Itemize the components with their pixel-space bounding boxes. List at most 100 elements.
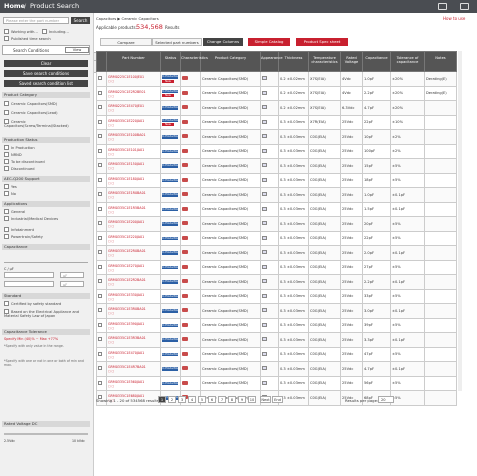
row-checkbox[interactable] [96, 230, 107, 246]
column-header[interactable]: Temperature characteristics [308, 51, 341, 72]
chart-icon[interactable] [182, 264, 188, 269]
part-number-cell[interactable]: GRM0335C1E2R2BA01 ▢ ▢ [106, 274, 161, 290]
column-header[interactable]: Product Category [200, 51, 261, 72]
table-row[interactable]: GRM0335C1E2R0BA01 ▢ ▢ In Production Ceramic… [96, 245, 457, 261]
column-header[interactable]: Capacitance [362, 51, 391, 72]
page-next-button[interactable]: Next [260, 396, 271, 403]
part-number-cell[interactable]: GRM0335C1E220JA01 ▢ ▢ [106, 230, 161, 246]
characteristics-cell[interactable] [180, 71, 201, 87]
table-row[interactable]: GRM0225C1E2R2BE01 ▢ ▢ In Production New Cera… [96, 85, 457, 101]
including-radio[interactable]: Including... [42, 29, 69, 34]
checkbox[interactable] [98, 206, 102, 211]
characteristics-cell[interactable] [180, 85, 201, 101]
table-row[interactable]: GRM0335C1E270JA01 ▢ ▢ In Production Ceramic… [96, 259, 457, 275]
part-number-cell[interactable]: GRM0335C1E390JA01 ▢ ▢ [106, 317, 161, 333]
table-row[interactable]: GRM0335C1E200JA01 ▢ ▢ In Production Ceramic… [96, 216, 457, 232]
cap-max-input[interactable] [4, 281, 54, 287]
section-production-status[interactable]: Production Status [2, 137, 90, 143]
characteristics-cell[interactable] [180, 216, 201, 232]
filter-item[interactable]: NRND [4, 152, 22, 157]
characteristics-cell[interactable] [180, 100, 201, 116]
column-header[interactable]: Notes [424, 51, 457, 72]
row-checkbox[interactable] [96, 187, 107, 203]
table-row[interactable]: GRM0335C1E180JA01 ▢ ▢ In Production Ceramic… [96, 172, 457, 188]
checkbox[interactable] [98, 105, 102, 110]
part-number-cell[interactable]: GRM0225C1E2R2BE01 ▢ ▢ [106, 85, 161, 101]
page-button[interactable]: 10 [248, 396, 256, 403]
checkbox[interactable] [98, 293, 102, 298]
chart-icon[interactable] [182, 148, 188, 153]
chart-icon[interactable] [182, 351, 188, 356]
row-checkbox[interactable] [96, 114, 107, 130]
part-number-cell[interactable]: GRM0335C1E101JA01 ▢ ▢ [106, 143, 161, 159]
chart-icon[interactable] [182, 380, 188, 385]
table-row[interactable]: GRM0335C1E3R3BA01 ▢ ▢ In Production Ceramic… [96, 332, 457, 348]
part-number-cell[interactable]: GRM0335C1E150JA01 ▢ ▢ [106, 158, 161, 174]
page-button[interactable]: 4 [188, 396, 196, 403]
characteristics-cell[interactable] [180, 259, 201, 275]
filter-item[interactable]: Powertrain/Safety [4, 234, 43, 239]
table-row[interactable]: GRM0335C1E330JA01 ▢ ▢ In Production Ceramic… [96, 288, 457, 304]
page-button[interactable]: 9 [238, 396, 246, 403]
chart-icon[interactable] [182, 366, 188, 371]
row-checkbox[interactable] [96, 245, 107, 261]
per-page-select[interactable]: 20 [378, 396, 394, 403]
tolerance-range-link[interactable]: Specify Min (40)% ~ Max +77% [4, 337, 58, 341]
chart-icon[interactable] [182, 177, 188, 182]
checkbox[interactable] [98, 337, 102, 342]
table-scrollbar[interactable] [458, 51, 462, 391]
part-number-cell[interactable]: GRM0335C1E180JA01 ▢ ▢ [106, 172, 161, 188]
filter-item[interactable]: Discontinued [4, 166, 35, 171]
characteristics-cell[interactable] [180, 201, 201, 217]
part-number-cell[interactable]: GRM0335C1E560JA01 ▢ ▢ [106, 375, 161, 391]
part-number-cell[interactable]: GRM0335C1E4R7BA01 ▢ ▢ [106, 361, 161, 377]
chart-icon[interactable] [182, 337, 188, 342]
row-checkbox[interactable] [96, 71, 107, 87]
chart-icon[interactable] [182, 250, 188, 255]
row-checkbox[interactable] [96, 259, 107, 275]
filter-item[interactable]: Yes [4, 184, 17, 189]
characteristics-cell[interactable] [180, 375, 201, 391]
chart-icon[interactable] [182, 206, 188, 211]
row-checkbox[interactable] [96, 172, 107, 188]
table-row[interactable]: GRM0335C1E1R0BA01 ▢ ▢ In Production Ceramic… [96, 187, 457, 203]
column-header[interactable] [96, 51, 107, 72]
column-header[interactable]: Part Number [106, 51, 161, 72]
table-row[interactable]: GRM0335C1E3R0BA01 ▢ ▢ In Production Ceramic… [96, 303, 457, 319]
row-checkbox[interactable] [96, 303, 107, 319]
voltage-slider[interactable] [4, 433, 88, 435]
row-checkbox[interactable] [96, 129, 107, 145]
table-row[interactable]: GRM0335C1E390JA01 ▢ ▢ In Production Ceramic… [96, 317, 457, 333]
part-number-cell[interactable]: GRM0335C1E1R5BA01 ▢ ▢ [106, 201, 161, 217]
checkbox[interactable] [98, 264, 102, 269]
page-button[interactable]: 6 [208, 396, 216, 403]
chart-icon[interactable] [182, 322, 188, 327]
part-number-cell[interactable]: GRM0335C1E270JA01 ▢ ▢ [106, 259, 161, 275]
home-link[interactable]: Home [4, 2, 25, 10]
filter-item[interactable]: Based on the Electrical Appliance and Ma… [4, 309, 88, 318]
page-button[interactable]: 3 [178, 396, 186, 403]
checkbox[interactable] [98, 163, 102, 168]
row-checkbox[interactable] [96, 317, 107, 333]
characteristics-cell[interactable] [180, 158, 201, 174]
view-button[interactable]: View [65, 47, 89, 53]
filter-item[interactable]: To be discontinued [4, 159, 45, 164]
table-row[interactable]: GRM0335C1E101JA01 ▢ ▢ In Production Ceramic… [96, 143, 457, 159]
characteristics-cell[interactable] [180, 361, 201, 377]
checkbox[interactable] [98, 279, 102, 284]
part-number-cell[interactable]: GRM0225C1E470JE01 ▢ ▢ [106, 100, 161, 116]
row-checkbox[interactable] [96, 288, 107, 304]
row-checkbox[interactable] [96, 85, 107, 101]
published-search-check[interactable]: Published time search [4, 36, 51, 41]
checkbox[interactable] [98, 351, 102, 356]
filter-item[interactable]: Ceramic Capacitors(SMD) [4, 101, 57, 106]
filter-item[interactable]: General [4, 209, 25, 214]
column-header[interactable]: Thickness [278, 51, 309, 72]
part-number-cell[interactable]: GRM0335C1E100BA01 ▢ ▢ [106, 129, 161, 145]
cap-unit-select-2[interactable]: μF [60, 281, 84, 287]
chart-icon[interactable] [182, 76, 188, 81]
section-aec-q200[interactable]: AEC-Q200 Support [2, 176, 90, 182]
page-button[interactable]: 2 [168, 396, 176, 403]
characteristics-cell[interactable] [180, 129, 201, 145]
row-checkbox[interactable] [96, 201, 107, 217]
